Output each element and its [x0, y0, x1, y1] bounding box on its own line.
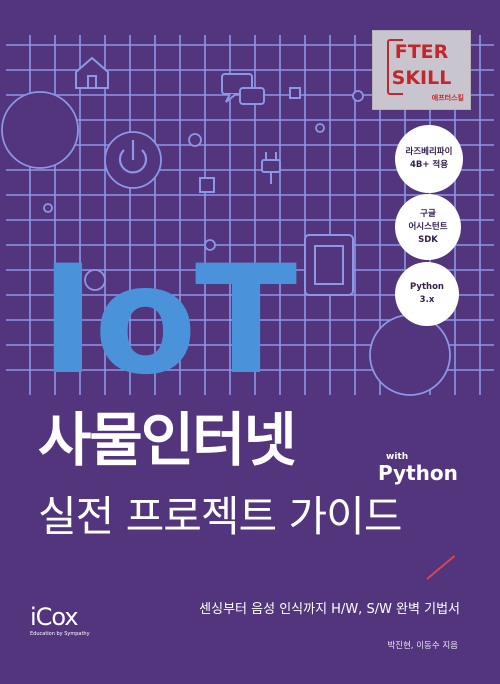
- book-title: 사물인터넷: [38, 406, 297, 474]
- node-dot: [43, 203, 53, 213]
- node-dot: [188, 133, 202, 147]
- python-label: Python: [378, 461, 458, 485]
- badge-sub: 애프터스킬: [431, 94, 464, 102]
- feature-bubble-raspberry: 라즈베리파이 4B+ 적용: [395, 125, 463, 193]
- feature-line: 라즈베리파이: [405, 147, 453, 157]
- home-icon: [75, 56, 109, 89]
- feature-line: 어시스턴트: [408, 221, 448, 232]
- tagline: 센싱부터 음성 인식까지 H/W, S/W 완벽 기법서: [199, 602, 460, 617]
- circle-node-left: [1, 91, 79, 169]
- feature-bubble-python: Python 3.x: [395, 262, 459, 326]
- feature-line: Python: [410, 282, 444, 292]
- iot-heading: IoT: [40, 234, 297, 408]
- badge-row1: FTER: [394, 41, 449, 63]
- chat-icon: [221, 73, 265, 105]
- book-cover: FTER SKILL 애프터스킬 라즈베리파이 4B+ 적용 구글 어시스턴트 …: [0, 0, 500, 684]
- feature-line: 3.x: [419, 295, 435, 305]
- phone-icon: [304, 234, 354, 296]
- publisher-badge: FTER SKILL 애프터스킬: [372, 30, 471, 110]
- publisher-logo: iCox Education by Sympathy: [30, 604, 110, 637]
- feature-bubble-google: 구글 어시스턴트 SDK: [395, 194, 461, 260]
- circle-node-right: [369, 314, 451, 396]
- plug-icon: [261, 152, 281, 184]
- logo-mark: iCox: [30, 603, 79, 631]
- badge-row2: SKILL: [391, 67, 452, 89]
- book-subtitle: 실전 프로젝트 가이드: [38, 492, 402, 541]
- node-dot: [352, 90, 364, 102]
- logo-slogan: Education by Sympathy: [30, 631, 90, 637]
- feature-line: 4B+ 적용: [409, 160, 449, 170]
- accent-slash: [426, 555, 456, 580]
- feature-line: SDK: [418, 234, 438, 245]
- authors: 박진현, 이동수 지음: [387, 641, 458, 651]
- feature-line: 구글: [420, 208, 436, 219]
- node-dot: [315, 123, 325, 133]
